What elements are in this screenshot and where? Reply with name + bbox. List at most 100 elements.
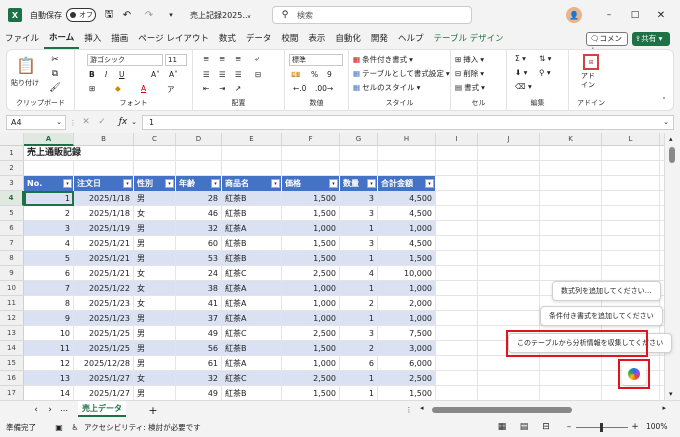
grid-cell[interactable] xyxy=(436,206,478,221)
table-cell[interactable]: 2025/1/27 xyxy=(74,371,134,386)
grid-cell[interactable] xyxy=(540,371,602,386)
grid-cell[interactable] xyxy=(436,311,478,326)
row-header[interactable]: 17 xyxy=(0,386,24,400)
column-header[interactable]: L xyxy=(602,133,660,146)
column-header[interactable]: I xyxy=(436,133,478,146)
sort-filter-icon[interactable]: ⇅ ▾ xyxy=(539,54,551,63)
row-header[interactable]: 11 xyxy=(0,296,24,311)
table-cell[interactable]: 1 xyxy=(24,191,74,206)
decrease-decimal-icon[interactable]: .00→ xyxy=(315,84,333,93)
table-cell[interactable]: 2025/1/23 xyxy=(74,311,134,326)
scroll-thumb[interactable] xyxy=(432,407,572,413)
table-cell[interactable]: 13 xyxy=(24,371,74,386)
table-cell[interactable]: 紅茶B xyxy=(222,191,282,206)
grid-cell[interactable] xyxy=(436,191,478,206)
name-box[interactable]: A4 ⌄ xyxy=(6,115,66,130)
grid-cell[interactable] xyxy=(176,161,222,176)
table-cell[interactable]: 1,500 xyxy=(282,191,340,206)
table-cell[interactable]: 男 xyxy=(134,251,176,266)
table-cell[interactable]: 1,000 xyxy=(282,296,340,311)
addins-icon[interactable]: ⊞ xyxy=(583,54,599,70)
table-cell[interactable]: 46 xyxy=(176,206,222,221)
formula-input[interactable]: 1 ⌄ xyxy=(142,115,674,130)
table-cell[interactable]: 3 xyxy=(24,221,74,236)
grid-cell[interactable] xyxy=(540,161,602,176)
column-header[interactable]: D xyxy=(176,133,222,146)
table-cell[interactable]: 10,000 xyxy=(378,266,436,281)
column-header[interactable]: G xyxy=(340,133,378,146)
row-header[interactable]: 3 xyxy=(0,176,24,191)
tab-insert[interactable]: 挿入 xyxy=(79,30,106,48)
grid-cell[interactable] xyxy=(540,251,602,266)
copilot-suggestion-formula-column[interactable]: 数式列を追加してください… xyxy=(552,281,661,301)
table-cell[interactable]: 7,500 xyxy=(378,326,436,341)
table-cell[interactable]: 紅茶A xyxy=(222,356,282,371)
filter-dropdown-icon[interactable]: ▾ xyxy=(425,179,434,188)
grid-cell[interactable] xyxy=(602,146,660,161)
search-box[interactable]: ⚲ 検索 xyxy=(272,6,472,24)
filter-dropdown-icon[interactable]: ▾ xyxy=(165,179,174,188)
format-painter-icon[interactable]: 🖌 xyxy=(49,82,61,94)
add-sheet-icon[interactable]: + xyxy=(146,403,160,417)
table-cell[interactable]: 56 xyxy=(176,341,222,356)
table-cell[interactable]: 1 xyxy=(340,386,378,400)
decrease-font-icon[interactable]: A˅ xyxy=(169,70,178,79)
insert-cells-button[interactable]: ⊞ 挿入 ▾ xyxy=(455,54,484,65)
table-cell[interactable]: 60 xyxy=(176,236,222,251)
grid-cell[interactable] xyxy=(436,266,478,281)
macro-record-icon[interactable]: ▣ xyxy=(54,422,64,432)
tab-automate[interactable]: 自動化 xyxy=(330,30,366,48)
close-icon[interactable]: ✕ xyxy=(654,8,668,22)
table-header-cell[interactable]: 商品名 ▾ xyxy=(222,176,282,191)
copy-icon[interactable]: ⧉ xyxy=(49,68,61,80)
prev-sheet-icon[interactable]: ‹ xyxy=(30,404,42,416)
horizontal-scrollbar[interactable]: ◂ ▸ xyxy=(420,404,666,414)
table-cell[interactable]: 男 xyxy=(134,356,176,371)
zoom-in-icon[interactable]: + xyxy=(630,421,640,433)
align-left-icon[interactable]: ☰ xyxy=(203,70,210,79)
align-right-icon[interactable]: ☰ xyxy=(235,70,242,79)
row-header[interactable]: 6 xyxy=(0,221,24,236)
grid-cell[interactable] xyxy=(478,146,540,161)
grid-cell[interactable] xyxy=(478,191,540,206)
undo-icon[interactable]: ↶ xyxy=(120,8,134,22)
grid-cell[interactable] xyxy=(478,371,540,386)
table-cell[interactable]: 32 xyxy=(176,221,222,236)
cancel-icon[interactable]: ✕ xyxy=(80,116,92,128)
grid-cell[interactable] xyxy=(478,251,540,266)
table-cell[interactable]: 男 xyxy=(134,341,176,356)
column-header[interactable]: A xyxy=(24,133,74,146)
scroll-up-icon[interactable]: ▴ xyxy=(669,135,673,143)
comma-icon[interactable]: 9 xyxy=(327,70,332,79)
page-layout-view-icon[interactable]: ▤ xyxy=(518,421,530,433)
table-cell[interactable]: 2025/12/28 xyxy=(74,356,134,371)
grid-cell[interactable] xyxy=(436,341,478,356)
maximize-icon[interactable]: □ xyxy=(628,8,642,22)
grid-cell[interactable] xyxy=(134,161,176,176)
currency-icon[interactable]: 💴 xyxy=(291,70,300,79)
grid-cell[interactable] xyxy=(602,206,660,221)
table-cell[interactable]: 1,500 xyxy=(378,251,436,266)
table-cell[interactable]: 紅茶C xyxy=(222,371,282,386)
grid-cell[interactable] xyxy=(602,251,660,266)
column-header[interactable]: E xyxy=(222,133,282,146)
table-cell[interactable]: 女 xyxy=(134,281,176,296)
borders-icon[interactable]: ⊞ xyxy=(89,84,95,93)
italic-button[interactable]: I xyxy=(105,70,107,79)
grid-cell[interactable] xyxy=(436,296,478,311)
table-cell[interactable]: 紅茶B xyxy=(222,386,282,400)
grid-cell[interactable] xyxy=(478,281,540,296)
next-sheet-icon[interactable]: › xyxy=(44,404,56,416)
grid-cell[interactable] xyxy=(478,236,540,251)
tab-file[interactable]: ファイル xyxy=(0,30,44,48)
table-cell[interactable]: 紅茶A xyxy=(222,296,282,311)
table-cell[interactable]: 1,000 xyxy=(282,356,340,371)
table-cell[interactable]: 2025/1/21 xyxy=(74,266,134,281)
tab-help[interactable]: ヘルプ xyxy=(393,30,429,48)
tab-page-layout[interactable]: ページ レイアウト xyxy=(133,30,214,48)
table-cell[interactable]: 2 xyxy=(340,296,378,311)
font-color-icon[interactable]: A xyxy=(141,84,146,93)
grid-cell[interactable] xyxy=(436,371,478,386)
row-header[interactable]: 16 xyxy=(0,371,24,386)
table-cell[interactable]: 男 xyxy=(134,326,176,341)
